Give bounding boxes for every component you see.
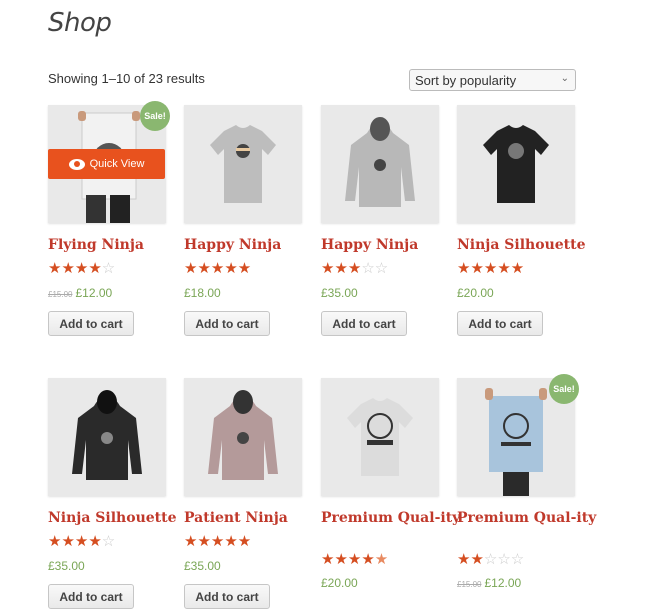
product-price: £35.00 xyxy=(321,286,358,300)
add-to-cart-button[interactable]: Add to cart xyxy=(184,311,270,336)
product-name[interactable]: Premium Qual-ity xyxy=(457,509,597,527)
product-image[interactable] xyxy=(457,105,575,223)
tshirt-icon xyxy=(347,398,413,476)
product-image[interactable] xyxy=(48,378,166,496)
product-price: £15.00 £12.00 xyxy=(48,286,113,300)
product-image[interactable] xyxy=(321,378,439,496)
star-rating: ★★★★☆ xyxy=(48,260,116,277)
sort-select[interactable]: Sort by popularity ⌄ xyxy=(409,69,576,91)
product-price: £18.00 xyxy=(184,286,221,300)
product-name[interactable]: Happy Ninja xyxy=(184,236,324,254)
star-rating: ★★★★★ xyxy=(457,260,525,277)
result-count: Showing 1–10 of 23 results xyxy=(48,71,205,86)
product-price: £20.00 xyxy=(457,286,494,300)
product-name[interactable]: Happy Ninja xyxy=(321,236,461,254)
quick-view-button[interactable]: Quick View xyxy=(48,149,165,179)
product-name[interactable]: Flying Ninja xyxy=(48,236,188,254)
eye-icon xyxy=(68,158,85,170)
star-rating: ★★★★☆ xyxy=(48,533,116,550)
product-name[interactable]: Ninja Silhouette xyxy=(48,509,188,527)
tshirt-icon xyxy=(210,125,276,203)
add-to-cart-button[interactable]: Add to cart xyxy=(457,311,543,336)
old-price: £15.00 xyxy=(48,290,73,299)
hoodie-icon xyxy=(345,117,415,207)
star-rating: ★★☆☆☆ xyxy=(457,551,525,568)
product-name[interactable]: Ninja Silhouette xyxy=(457,236,597,254)
sort-select-value: Sort by popularity xyxy=(415,73,517,88)
add-to-cart-button[interactable]: Add to cart xyxy=(321,311,407,336)
chevron-down-icon: ⌄ xyxy=(560,73,569,84)
add-to-cart-button[interactable]: Add to cart xyxy=(48,311,134,336)
product-name[interactable]: Patient Ninja xyxy=(184,509,324,527)
page-title: Shop xyxy=(48,8,112,38)
tshirt-icon xyxy=(483,125,549,203)
product-price: £35.00 xyxy=(184,559,221,573)
sale-badge: Sale! xyxy=(549,374,579,404)
product-price: £35.00 xyxy=(48,559,85,573)
product-image[interactable] xyxy=(184,105,302,223)
star-rating: ★★★★★ xyxy=(184,260,252,277)
hoodie-icon xyxy=(208,390,278,480)
product-image[interactable] xyxy=(321,105,439,223)
star-rating: ★★★★★ xyxy=(321,551,389,568)
hoodie-icon xyxy=(72,390,142,480)
product-name[interactable]: Premium Qual-ity xyxy=(321,509,461,527)
sale-badge: Sale! xyxy=(140,101,170,131)
product-image[interactable] xyxy=(184,378,302,496)
star-rating: ★★★☆☆ xyxy=(321,260,389,277)
star-rating: ★★★★★ xyxy=(184,533,252,550)
